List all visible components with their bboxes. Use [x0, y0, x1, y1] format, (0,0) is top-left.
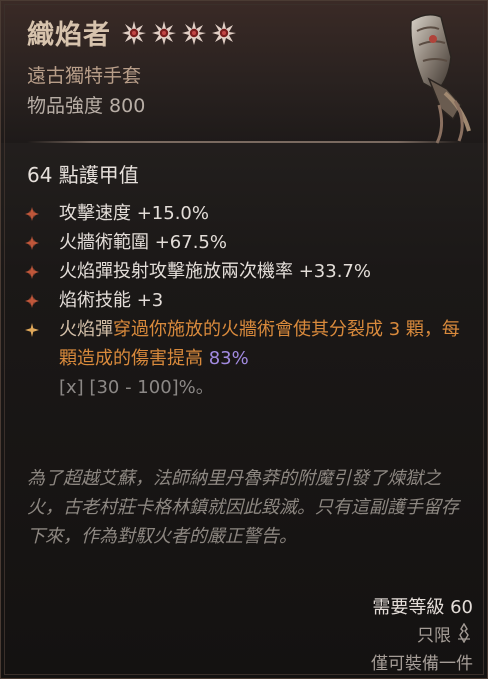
item-power: 物品強度 800: [27, 95, 146, 117]
armor-value: 64 點護甲值: [27, 163, 139, 187]
aspect-range: [x] [30 - 100]%。: [59, 377, 214, 398]
flavor-text: 為了超越艾蘇，法師納里丹魯莽的附魔引發了煉獄之火，古老村莊卡格林鎮就因此毀滅。只…: [27, 468, 459, 547]
required-level: 需要等級 60: [372, 597, 473, 618]
affix-item: 焰術技能 +3: [25, 286, 465, 315]
affix-text: 焰術技能 +3: [59, 290, 164, 311]
star-icon: [212, 20, 236, 45]
unique-equipped-label: 僅可裝備一件: [371, 654, 473, 674]
affix-item: 火焰彈投射攻擊施放兩次機率 +33.7%: [25, 257, 465, 286]
aspect-text-2: 穿過你施放的火牆術: [113, 319, 275, 340]
affix-bullet-icon: [25, 294, 39, 308]
aspect-text-1: 火焰彈: [59, 319, 113, 340]
item-name: 織焰者: [27, 20, 111, 51]
star-icon: [182, 20, 206, 45]
affix-text: 攻擊速度 +15.0%: [59, 203, 209, 224]
gauntlet-icon: [410, 14, 471, 144]
affix-bullet-icon: [25, 207, 39, 221]
affix-list: 攻擊速度 +15.0% 火牆術範圍 +67.5% 火焰彈投射攻擊施放兩次機率 +…: [25, 199, 465, 402]
affix-bullet-icon: [25, 265, 39, 279]
aspect-effect: 火焰彈穿過你施放的火牆術會使其分裂成 3 顆，每顆造成的傷害提高 83% [x]…: [25, 315, 465, 402]
star-rating: [121, 20, 237, 46]
account-bound-icon: [458, 623, 470, 643]
affix-bullet-icon: [25, 236, 39, 250]
header-divider: [27, 141, 463, 143]
legendary-bullet-icon: [25, 323, 39, 337]
affix-item: 火牆術範圍 +67.5%: [25, 228, 465, 257]
star-icon: [152, 20, 176, 45]
affix-text: 火牆術範圍 +67.5%: [59, 232, 227, 253]
item-type: 遠古獨特手套: [27, 65, 142, 87]
affix-item: 攻擊速度 +15.0%: [25, 199, 465, 228]
account-bound-label: 只限: [417, 626, 451, 646]
item-tooltip: 織焰者 遠古獨特手套 物品強度 800 64 點護甲值 攻擊速度 +15.0% …: [0, 0, 488, 679]
star-icon: [122, 20, 146, 45]
title-row: 織焰者: [27, 13, 237, 52]
affix-text: 火焰彈投射攻擊施放兩次機率 +33.7%: [59, 261, 371, 282]
aspect-percent: 83%: [208, 348, 249, 369]
